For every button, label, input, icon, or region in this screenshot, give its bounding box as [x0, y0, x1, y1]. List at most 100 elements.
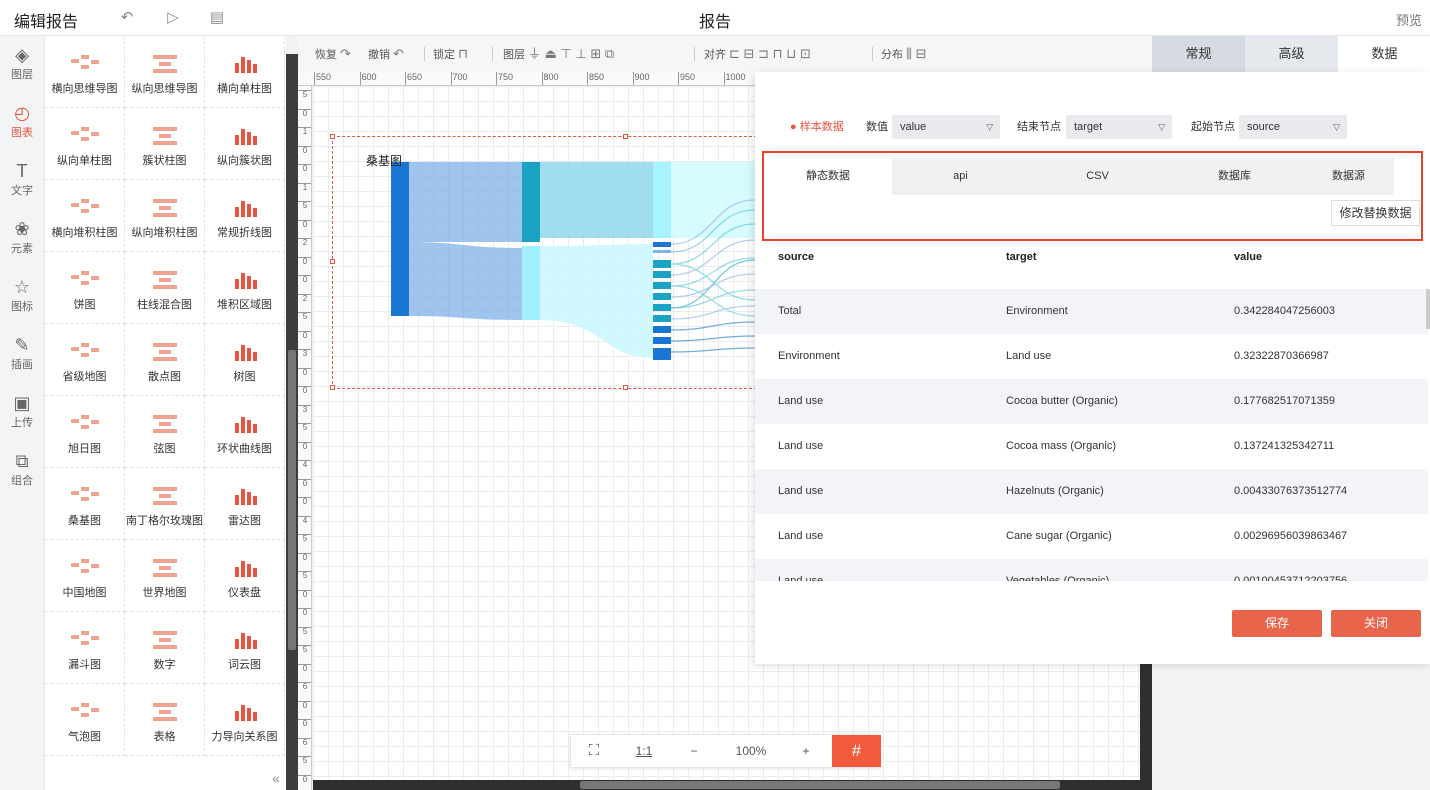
- lock-button[interactable]: 锁定 ⊓: [433, 46, 468, 62]
- undo-icon[interactable]: ↶: [118, 9, 136, 27]
- table-cell: Vegetables (Organic): [1006, 575, 1110, 581]
- table-row[interactable]: Land use Vegetables (Organic) 0.0010045371…: [755, 559, 1428, 581]
- divider: [424, 47, 425, 61]
- component-item[interactable]: 横向单柱图: [205, 36, 285, 108]
- component-item[interactable]: 常规折线图: [205, 180, 285, 252]
- component-item[interactable]: 堆积区域图: [205, 252, 285, 324]
- component-item[interactable]: 簇状柱图: [125, 108, 205, 180]
- data-source-tab[interactable]: api: [892, 158, 1029, 195]
- distribute-tools[interactable]: 分布 ⫼ ⊟: [881, 46, 927, 62]
- component-item[interactable]: 树图: [205, 324, 285, 396]
- component-item[interactable]: 数字: [125, 612, 205, 684]
- component-thumbnail-icon: [70, 487, 99, 501]
- divider: [694, 47, 695, 61]
- component-item[interactable]: 横向思维导图: [45, 36, 125, 108]
- tab-advanced[interactable]: 高级: [1245, 36, 1338, 72]
- component-item[interactable]: 弦图: [125, 396, 205, 468]
- actual-size-button[interactable]: 1:1: [621, 735, 667, 767]
- component-item[interactable]: 世界地图: [125, 540, 205, 612]
- grid-toggle-icon[interactable]: #: [832, 735, 881, 767]
- vertical-scrollbar[interactable]: [288, 350, 296, 650]
- tab-data[interactable]: 数据: [1338, 36, 1430, 72]
- table-scrollbar[interactable]: [1426, 289, 1430, 329]
- redo-button[interactable]: 恢复 ↷: [315, 46, 351, 62]
- component-label: 南丁格尔玫瑰图: [126, 515, 203, 527]
- data-source-tab[interactable]: CSV: [1029, 158, 1166, 195]
- tab-general[interactable]: 常规: [1152, 36, 1245, 72]
- ruler-tick: 3: [298, 349, 311, 358]
- lock-label: 锁定: [433, 49, 455, 61]
- table-row[interactable]: Land use Cocoa butter (Organic) 0.17768251…: [755, 379, 1428, 424]
- sidebar-item-0[interactable]: ◈ 图层: [0, 36, 44, 94]
- table-cell: Land use: [778, 440, 824, 452]
- component-item[interactable]: 桑基图: [45, 468, 125, 540]
- ruler-tick: 0: [298, 367, 311, 377]
- horizontal-scrollbar[interactable]: [580, 781, 1060, 789]
- fit-screen-icon[interactable]: ⛶: [571, 735, 617, 767]
- data-table-body[interactable]: Total Environment 0.342284047256003 Environ…: [755, 289, 1428, 581]
- start-node-select[interactable]: source ▽: [1239, 115, 1347, 139]
- zoom-in-button[interactable]: +: [783, 735, 829, 767]
- component-item[interactable]: 旭日图: [45, 396, 125, 468]
- sidebar-item-5[interactable]: ✎ 插画: [0, 326, 44, 384]
- table-row[interactable]: Land use Cocoa mass (Organic) 0.1372413253…: [755, 424, 1428, 469]
- replace-data-button[interactable]: 修改替换数据: [1331, 200, 1420, 226]
- component-thumbnail-icon: [70, 343, 99, 357]
- save-icon[interactable]: ▤: [208, 9, 226, 27]
- component-item[interactable]: 力导向关系图: [205, 684, 285, 756]
- close-button[interactable]: 关闭: [1331, 610, 1421, 637]
- sidebar-item-6[interactable]: ▣ 上传: [0, 384, 44, 442]
- sidebar-item-2[interactable]: T 文字: [0, 152, 44, 210]
- preview-button[interactable]: 预览: [1396, 10, 1422, 29]
- component-item[interactable]: 气泡图: [45, 684, 125, 756]
- table-row[interactable]: Environment Land use 0.32322870366987: [755, 334, 1428, 379]
- component-item[interactable]: 纵向单柱图: [45, 108, 125, 180]
- zoom-out-button[interactable]: −: [671, 735, 717, 767]
- column-header-target: target: [1006, 251, 1037, 263]
- sidebar-item-4[interactable]: ☆ 图标: [0, 268, 44, 326]
- sidebar-item-3[interactable]: ❀ 元素: [0, 210, 44, 268]
- component-thumbnail-icon: [152, 631, 177, 649]
- table-cell: Cocoa mass (Organic): [1006, 440, 1117, 452]
- component-item[interactable]: 中国地图: [45, 540, 125, 612]
- component-item[interactable]: 漏斗图: [45, 612, 125, 684]
- component-item[interactable]: 词云图: [205, 612, 285, 684]
- table-row[interactable]: Land use Hazelnuts (Organic) 0.00433076373…: [755, 469, 1428, 514]
- component-item[interactable]: 环状曲线图: [205, 396, 285, 468]
- sidebar-item-1[interactable]: ◴ 图表: [0, 94, 44, 152]
- component-item[interactable]: 散点图: [125, 324, 205, 396]
- component-thumbnail-icon: [234, 273, 257, 289]
- undo-button[interactable]: 撤销 ↶: [368, 46, 404, 62]
- redo-label: 恢复: [315, 49, 337, 61]
- data-source-tab[interactable]: 数据库: [1166, 158, 1303, 195]
- component-item[interactable]: 纵向思维导图: [125, 36, 205, 108]
- component-item[interactable]: 柱线混合图: [125, 252, 205, 324]
- table-row[interactable]: Land use Cane sugar (Organic) 0.0029695603…: [755, 514, 1428, 559]
- component-item[interactable]: 省级地图: [45, 324, 125, 396]
- resize-handle[interactable]: [623, 385, 628, 390]
- save-button[interactable]: 保存: [1232, 610, 1322, 637]
- resize-handle[interactable]: [330, 134, 335, 139]
- table-row[interactable]: Total Environment 0.342284047256003: [755, 289, 1428, 334]
- collapse-panel-icon[interactable]: «: [272, 770, 280, 786]
- end-node-select[interactable]: target ▽: [1066, 115, 1172, 139]
- sidebar-item-7[interactable]: ⧉ 组合: [0, 442, 44, 500]
- component-item[interactable]: 纵向簇状图: [205, 108, 285, 180]
- play-icon[interactable]: ▷: [164, 9, 182, 27]
- data-source-tab[interactable]: 数据源: [1303, 158, 1394, 195]
- component-item[interactable]: 饼图: [45, 252, 125, 324]
- data-source-tab[interactable]: 静态数据: [764, 158, 892, 195]
- component-item[interactable]: 南丁格尔玫瑰图: [125, 468, 205, 540]
- resize-handle[interactable]: [330, 385, 335, 390]
- component-item[interactable]: 横向堆积柱图: [45, 180, 125, 252]
- value-field-select[interactable]: value ▽: [892, 115, 1000, 139]
- align-tools[interactable]: 对齐 ⊏ ⊟ ⊐ ⊓ ⊔ ⊡: [704, 46, 811, 62]
- component-item[interactable]: 表格: [125, 684, 205, 756]
- layer-tools[interactable]: 图层 ⏚ ⏏ ⊤ ⊥ ⊞ ⧉: [503, 46, 614, 62]
- component-label: 纵向单柱图: [57, 155, 112, 167]
- resize-handle[interactable]: [623, 134, 628, 139]
- component-item[interactable]: 雷达图: [205, 468, 285, 540]
- component-item[interactable]: 纵向堆积柱图: [125, 180, 205, 252]
- component-item[interactable]: 仪表盘: [205, 540, 285, 612]
- component-label: 力导向关系图: [211, 731, 278, 743]
